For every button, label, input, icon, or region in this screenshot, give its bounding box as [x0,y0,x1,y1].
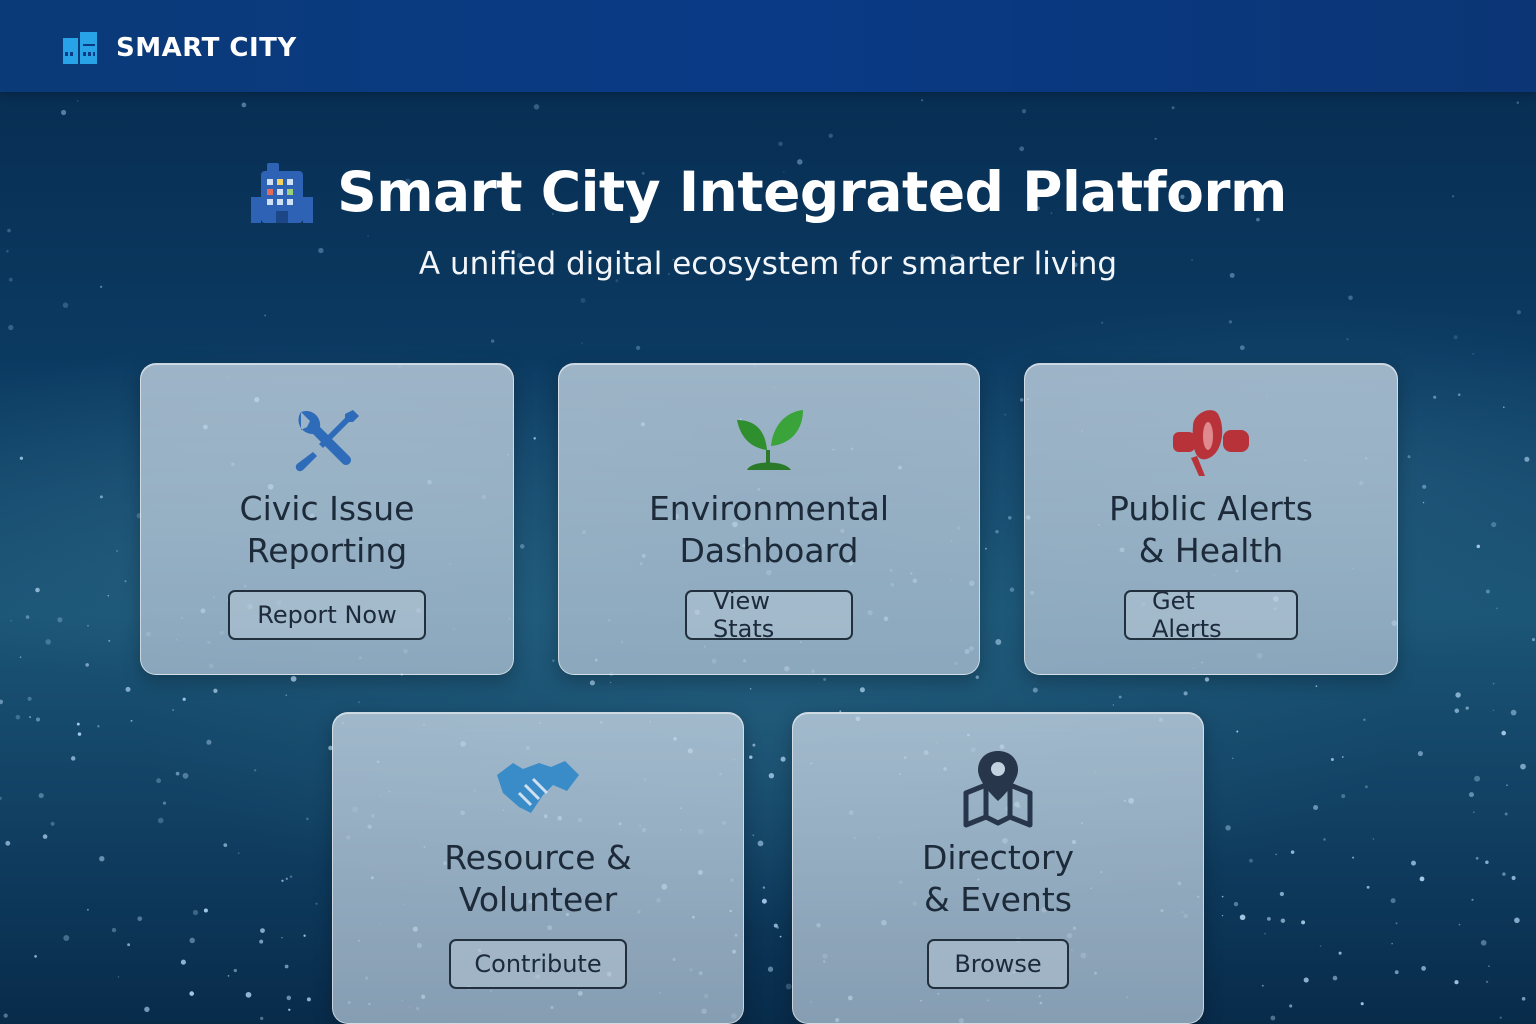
card-title: Environmental Dashboard [648,489,890,570]
contribute-button[interactable]: Contribute [449,939,627,989]
brand-name: SMART CITY [116,33,297,63]
page-title: Smart City Integrated Platform [337,160,1287,224]
page-subtitle: A unified digital ecosystem for smarter … [418,246,1118,282]
handshake-icon [497,761,579,813]
sprout-icon [737,410,803,470]
card-civic-issue-reporting: Civic Issue Reporting Report Now [140,363,514,675]
card-resource-volunteer: Resource & Volunteer Contribute [332,712,744,1024]
brand[interactable]: SMART CITY [62,30,297,66]
card-title: Resource & Volunteer [444,838,632,919]
megaphone-icon [1173,410,1249,476]
card-title: Public Alerts & Health [1109,489,1313,570]
map-pin-icon [963,751,1033,828]
hero-section: Smart City Integrated Platform A unified… [0,160,1536,282]
card-public-alerts-health: Public Alerts & Health Get Alerts [1024,363,1398,675]
card-title: Civic Issue Reporting [239,489,415,570]
get-alerts-button[interactable]: Get Alerts [1124,587,1298,643]
building-grid-icon [63,32,97,64]
view-stats-button[interactable]: View Stats [685,587,853,643]
city-building-icon [251,163,314,223]
card-directory-events: Directory & Events Browse [792,712,1204,1024]
card-title: Directory & Events [921,838,1075,919]
top-navigation-bar: SMART CITY [0,0,1536,92]
report-now-button[interactable]: Report Now [228,590,426,640]
wrench-screwdriver-icon [295,410,359,472]
card-environmental-dashboard: Environmental Dashboard View Stats [558,363,980,675]
hero-title-row: Smart City Integrated Platform [0,160,1536,224]
browse-button[interactable]: Browse [927,939,1069,989]
